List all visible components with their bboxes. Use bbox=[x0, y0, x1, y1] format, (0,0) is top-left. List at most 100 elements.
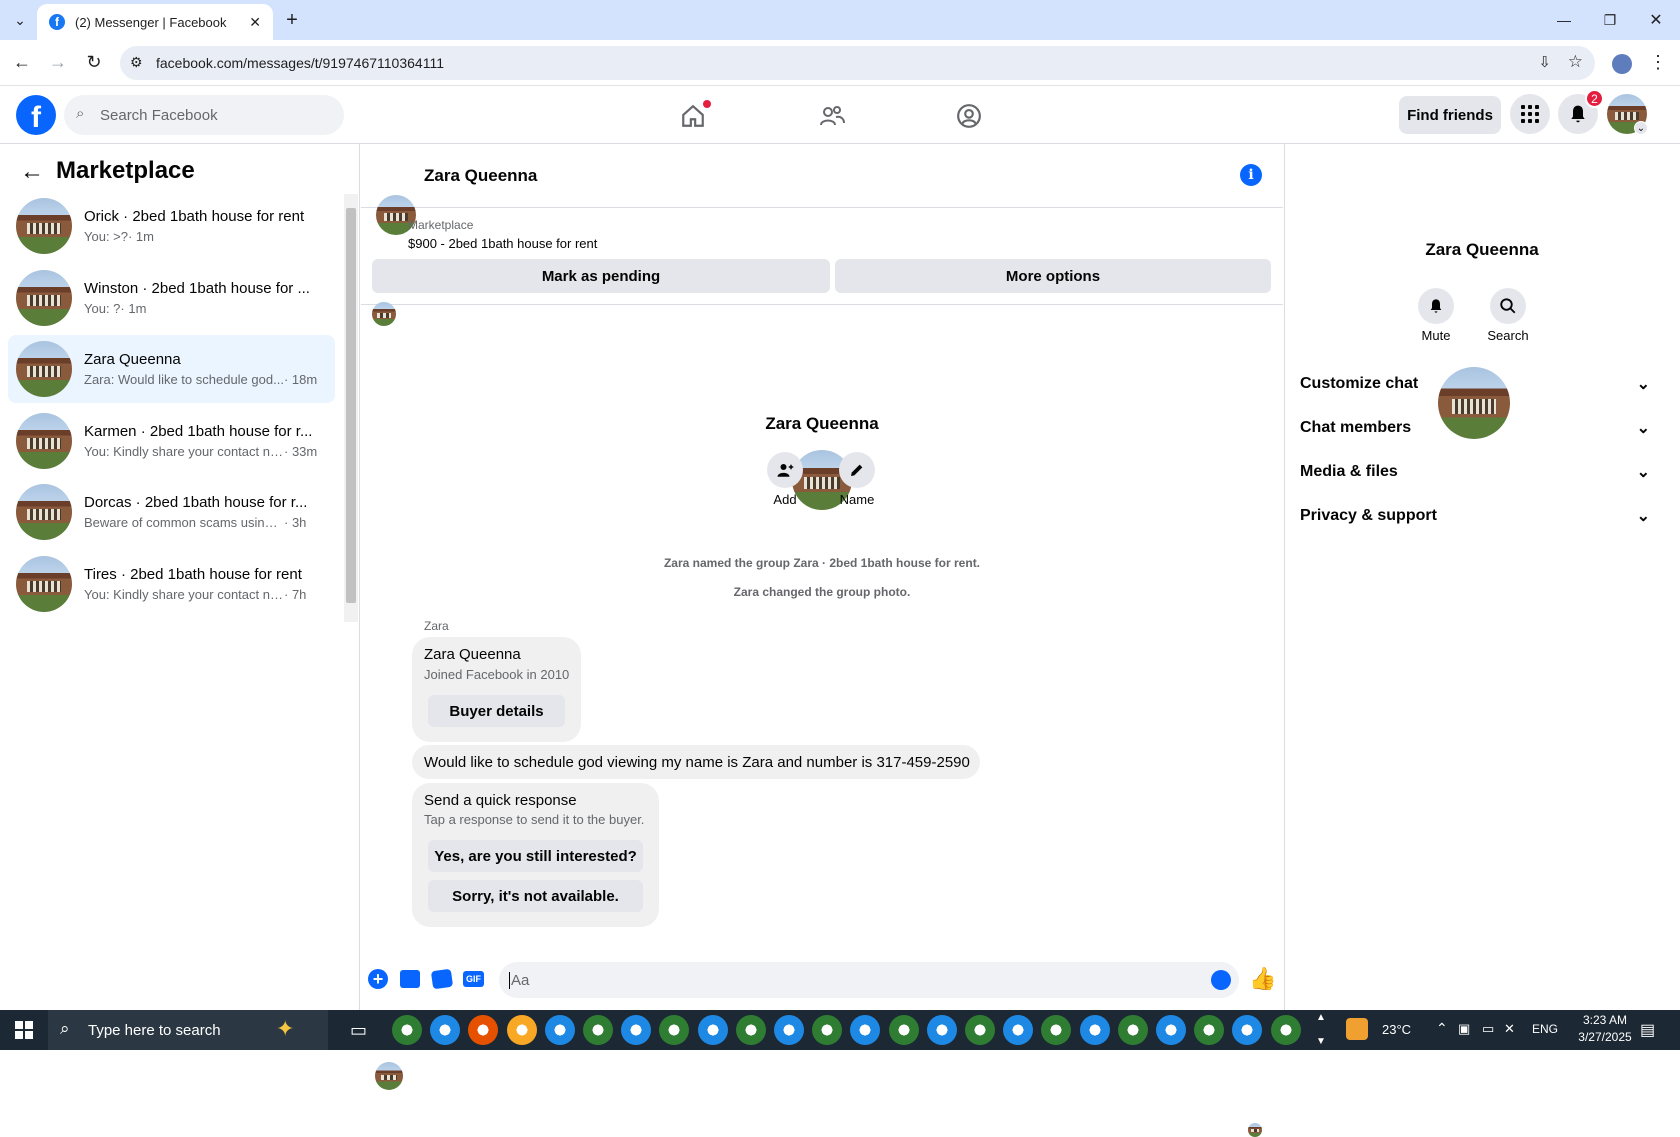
language-indicator[interactable]: ENG bbox=[1532, 1022, 1558, 1036]
chat-header-name[interactable]: Zara Queenna bbox=[424, 166, 537, 186]
conversation-preview: You: Kindly share your contact num... bbox=[84, 587, 284, 602]
install-app-icon[interactable]: ⇩ bbox=[1538, 53, 1551, 71]
taskbar-search-input[interactable]: ⌕ Type here to search ✦ bbox=[48, 1010, 328, 1050]
search-label: Search bbox=[1487, 328, 1529, 343]
scrollbar-thumb[interactable] bbox=[346, 208, 356, 603]
menu-grid-button[interactable] bbox=[1510, 94, 1550, 134]
add-people-button[interactable] bbox=[767, 452, 803, 488]
weather-icon[interactable] bbox=[1346, 1018, 1368, 1040]
taskbar-app-icon[interactable] bbox=[1156, 1015, 1186, 1045]
tray-volume-muted-icon[interactable]: ✕ bbox=[1504, 1021, 1515, 1037]
taskbar-app-icon[interactable] bbox=[812, 1015, 843, 1045]
sparkle-icon: ✦ bbox=[276, 1016, 295, 1041]
notification-center-icon[interactable]: ▤ bbox=[1640, 1020, 1655, 1040]
sender-avatar bbox=[375, 1062, 403, 1090]
conversation-item-zara[interactable]: Zara Queenna Zara: Would like to schedul… bbox=[8, 335, 335, 403]
nav-home[interactable] bbox=[637, 96, 749, 136]
task-view-icon[interactable]: ▭ bbox=[350, 1020, 367, 1041]
plus-icon[interactable]: + bbox=[368, 969, 388, 989]
like-thumb-icon[interactable]: 👍 bbox=[1249, 966, 1276, 992]
taskbar-scroll-down-icon[interactable]: ▼ bbox=[1316, 1036, 1326, 1047]
back-icon[interactable]: ← bbox=[10, 50, 34, 74]
read-receipt-avatar bbox=[1248, 1123, 1262, 1137]
taskbar-app-icon[interactable] bbox=[888, 1015, 919, 1045]
add-person-icon bbox=[777, 464, 794, 477]
tab-search-chevron-icon[interactable]: ⌄ bbox=[8, 8, 32, 32]
quick-response-button-interested[interactable]: Yes, are you still interested? bbox=[428, 840, 643, 872]
search-in-chat-button[interactable] bbox=[1490, 288, 1526, 324]
buyer-details-button[interactable]: Buyer details bbox=[428, 695, 565, 727]
conversation-item-tires[interactable]: Tires · 2bed 1bath house for rent You: K… bbox=[8, 550, 335, 618]
taskbar-app-icon[interactable] bbox=[697, 1015, 728, 1045]
taskbar-app-icon[interactable] bbox=[926, 1015, 957, 1045]
section-customize-chat[interactable]: Customize chat ⌄ bbox=[1300, 362, 1650, 406]
tray-chevron-icon[interactable]: ⌃ bbox=[1436, 1020, 1448, 1037]
conversation-item-dorcas[interactable]: Dorcas · 2bed 1bath house for r... Bewar… bbox=[8, 478, 335, 546]
browser-tab[interactable]: f (2) Messenger | Facebook ✕ bbox=[37, 4, 273, 40]
taskbar-app-icon[interactable] bbox=[1117, 1015, 1148, 1045]
clock-time[interactable]: 3:23 AM bbox=[1570, 1013, 1640, 1027]
taskbar-app-icon[interactable] bbox=[544, 1015, 575, 1045]
taskbar-app-icon[interactable] bbox=[1194, 1015, 1225, 1045]
listing-title[interactable]: $900 - 2bed 1bath house for rent bbox=[408, 236, 597, 251]
search-icon bbox=[1500, 298, 1516, 314]
mark-as-pending-button[interactable]: Mark as pending bbox=[372, 259, 830, 293]
taskbar-app-icon[interactable] bbox=[965, 1015, 995, 1045]
conversation-item-orick[interactable]: Orick · 2bed 1bath house for rent You: >… bbox=[8, 192, 335, 260]
new-tab-icon[interactable]: + bbox=[280, 8, 304, 32]
taskbar-search-placeholder: Type here to search bbox=[88, 1021, 221, 1039]
bookmark-star-icon[interactable]: ☆ bbox=[1568, 52, 1583, 72]
account-chevron-icon[interactable]: ⌄ bbox=[1634, 121, 1648, 135]
site-info-icon[interactable]: ⚙ bbox=[130, 54, 143, 71]
weather-temperature[interactable]: 23°C bbox=[1382, 1022, 1411, 1037]
edit-name-button[interactable] bbox=[839, 452, 875, 488]
taskbar-app-icon[interactable] bbox=[583, 1015, 613, 1045]
info-icon[interactable]: i bbox=[1240, 164, 1262, 186]
forward-icon[interactable]: → bbox=[46, 50, 70, 74]
windows-start-icon[interactable] bbox=[15, 1021, 33, 1039]
photo-icon[interactable] bbox=[400, 970, 420, 988]
taskbar-app-icon[interactable] bbox=[1270, 1015, 1301, 1045]
nav-groups[interactable] bbox=[913, 96, 1025, 136]
quick-response-button-not-available[interactable]: Sorry, it's not available. bbox=[428, 880, 643, 912]
section-media-files[interactable]: Media & files ⌄ bbox=[1300, 450, 1650, 494]
taskbar-app-icon[interactable] bbox=[430, 1015, 461, 1045]
close-tab-icon[interactable]: ✕ bbox=[249, 14, 261, 31]
section-chat-members[interactable]: Chat members ⌄ bbox=[1300, 406, 1650, 450]
taskbar-app-icon[interactable] bbox=[1003, 1015, 1034, 1045]
emoji-icon[interactable] bbox=[1211, 970, 1231, 990]
taskbar-app-icon[interactable] bbox=[735, 1015, 766, 1045]
clock-date[interactable]: 3/27/2025 bbox=[1570, 1030, 1640, 1044]
section-privacy-support[interactable]: Privacy & support ⌄ bbox=[1300, 494, 1650, 538]
taskbar-app-icon[interactable] bbox=[392, 1015, 422, 1045]
back-arrow-icon[interactable]: ← bbox=[20, 158, 44, 186]
message-bubble[interactable]: Would like to schedule god viewing my na… bbox=[412, 745, 980, 779]
listing-thumbnail[interactable] bbox=[372, 302, 396, 326]
more-options-button[interactable]: More options bbox=[835, 259, 1271, 293]
taskbar-app-icon[interactable] bbox=[774, 1015, 804, 1045]
facebook-logo-icon[interactable]: f bbox=[16, 95, 56, 135]
browser-menu-icon[interactable]: ⋮ bbox=[1648, 50, 1668, 74]
taskbar-scroll-up-icon[interactable]: ▲ bbox=[1316, 1012, 1326, 1023]
minimize-icon[interactable]: — bbox=[1552, 8, 1576, 32]
restore-icon[interactable]: ❐ bbox=[1598, 8, 1622, 32]
tray-monitor-icon[interactable]: ▭ bbox=[1482, 1021, 1494, 1037]
conversation-item-winston[interactable]: Winston · 2bed 1bath house for ... You: … bbox=[8, 264, 335, 332]
url-field[interactable]: ⚙ facebook.com/messages/t/91974671103641… bbox=[120, 46, 1595, 80]
facebook-search-input[interactable]: ⌕ Search Facebook bbox=[64, 95, 344, 135]
reload-icon[interactable]: ↻ bbox=[82, 50, 106, 74]
taskbar-app-icon[interactable] bbox=[1079, 1015, 1110, 1045]
message-input[interactable]: Aa bbox=[499, 962, 1239, 998]
taskbar-app-icon[interactable] bbox=[621, 1015, 652, 1045]
window-close-icon[interactable]: ✕ bbox=[1644, 8, 1668, 32]
sticker-icon[interactable] bbox=[430, 968, 454, 990]
conversation-preview: You: >? bbox=[84, 229, 128, 244]
mute-button[interactable] bbox=[1418, 288, 1454, 324]
find-friends-button[interactable]: Find friends bbox=[1399, 96, 1501, 134]
nav-friends[interactable] bbox=[776, 96, 888, 136]
tray-network-icon[interactable]: ▣ bbox=[1458, 1021, 1470, 1037]
gif-icon[interactable]: GIF bbox=[463, 971, 484, 987]
profile-icon[interactable] bbox=[1612, 54, 1632, 74]
conversation-item-karmen[interactable]: Karmen · 2bed 1bath house for r... You: … bbox=[8, 407, 335, 475]
taskbar-app-icon[interactable] bbox=[506, 1015, 537, 1045]
